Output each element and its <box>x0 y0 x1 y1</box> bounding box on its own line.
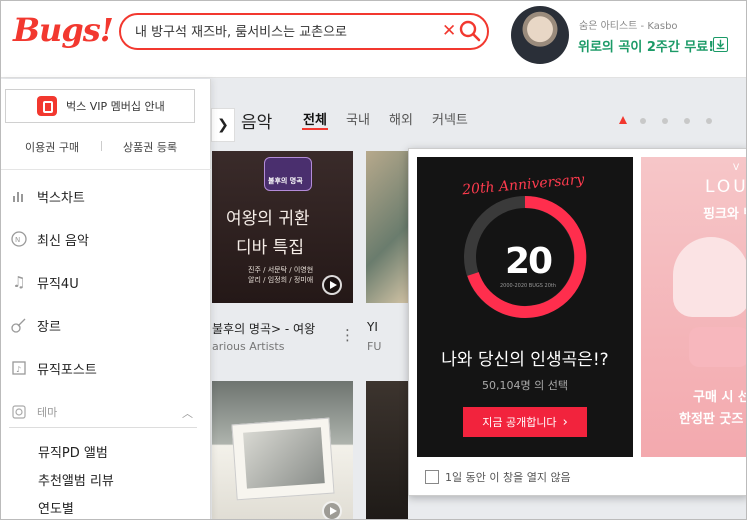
divider <box>9 427 197 428</box>
tab-domestic[interactable]: 국내 <box>346 109 370 128</box>
nav-menu: 벅스 VIP 멤버십 안내 이용권 구매 상품권 등록 벅스차트 N 최신 음악… <box>1 79 211 519</box>
anniversary-number: 20 <box>504 241 553 282</box>
chart-icon <box>9 186 29 206</box>
tab-overseas[interactable]: 해외 <box>389 109 413 128</box>
artist-caption: 숨은 아티스트 - Kasbo <box>579 21 678 32</box>
chevron-right-icon: › <box>562 414 568 430</box>
buy-pass-link[interactable]: 이용권 구매 <box>25 139 79 155</box>
cover-title-line: 디바 특집 <box>236 238 304 258</box>
download-icon[interactable] <box>713 37 728 52</box>
album-artist[interactable]: arious Artists <box>212 340 284 353</box>
artist-avatar[interactable] <box>511 6 569 64</box>
play-icon[interactable] <box>322 501 342 519</box>
theme-item-pd-album[interactable]: 뮤직PD 앨범 <box>38 442 108 461</box>
cover-names: 진주 / 서문탁 / 이영현 <box>248 266 314 274</box>
album-card-cover[interactable] <box>366 381 408 519</box>
vip-membership-button[interactable]: 벅스 VIP 멤버십 안내 <box>5 89 195 123</box>
promo-popup: 20th Anniversary 20 2000-2020 BUGS 20th … <box>408 148 747 496</box>
album-card-cover[interactable] <box>212 381 353 519</box>
theme-section-header[interactable]: 테마 ︿ <box>9 401 199 423</box>
browser-frame: Bugs! ✕ 숨은 아티스트 - Kasbo 위로의 곡이 2주간 무료! ❯… <box>0 0 747 520</box>
gift-card-link[interactable]: 상품권 등록 <box>123 139 177 155</box>
goods-banner[interactable]: V LOU 핑크와 벤 구매 시 선 한정판 굿즈 <box>641 157 747 457</box>
dont-show-checkbox[interactable] <box>425 470 439 484</box>
reveal-button[interactable]: 지금 공개합니다 › <box>463 407 587 437</box>
section-title: 음악 <box>241 113 273 133</box>
theme-icon <box>9 402 29 422</box>
clear-icon[interactable]: ✕ <box>442 21 456 41</box>
menu-item-genre[interactable]: 장르 <box>9 313 61 337</box>
divider <box>101 141 102 151</box>
bugs-logo[interactable]: Bugs! <box>13 11 114 49</box>
menu-label: 뮤직포스트 <box>37 362 97 378</box>
dont-show-label: 1일 동안 이 창을 열지 않음 <box>445 471 571 484</box>
banner-text: 구매 시 선 <box>693 390 747 405</box>
program-badge: 불후의 명곡 <box>264 157 312 191</box>
album-title[interactable]: YI <box>367 320 378 334</box>
menu-item-new-music[interactable]: N 최신 음악 <box>9 227 89 251</box>
vip-icon <box>37 96 57 116</box>
menu-item-music4u[interactable]: ♫ 뮤직4U <box>9 270 79 294</box>
artist-promo-link[interactable]: 위로의 곡이 2주간 무료! <box>578 36 714 55</box>
brand-text: V <box>733 163 742 173</box>
theme-label: 테마 <box>37 406 58 419</box>
search-icon[interactable] <box>458 19 482 43</box>
menu-label: 뮤직4U <box>37 276 79 292</box>
anniversary-years: 2000-2020 BUGS 20th <box>499 283 557 289</box>
menu-label: 장르 <box>37 319 61 335</box>
banner-text: 한정판 굿즈 <box>679 412 744 427</box>
active-tab-underline <box>302 128 328 130</box>
guitar-icon <box>9 315 29 335</box>
vip-label: 벅스 VIP 멤버십 안내 <box>66 100 165 113</box>
pager-dot[interactable] <box>640 118 646 124</box>
search-box[interactable]: ✕ <box>119 13 489 50</box>
cover-title-line: 여왕의 귀환 <box>226 209 310 229</box>
cover-photo <box>231 417 335 501</box>
tab-all[interactable]: 전체 <box>303 109 327 128</box>
theme-item-review[interactable]: 추천앨범 리뷰 <box>38 470 114 489</box>
chevron-up-icon[interactable]: ︿ <box>182 405 193 421</box>
menu-label: 벅스차트 <box>37 190 85 206</box>
album-card-cover[interactable] <box>366 151 408 303</box>
menu-item-music-post[interactable]: ♪ 뮤직포스트 <box>9 356 97 380</box>
more-options-icon[interactable]: ⋮ <box>340 326 355 344</box>
album-card-cover[interactable]: 불후의 명곡 여왕의 귀환 디바 특집 진주 / 서문탁 / 이영현 알리 / … <box>212 151 353 303</box>
theme-item-by-year[interactable]: 연도별 <box>38 498 74 517</box>
search-input[interactable] <box>135 23 435 38</box>
brand-logo: LOU <box>705 177 747 197</box>
pager-dot[interactable] <box>706 118 712 124</box>
menu-toggle-button[interactable]: ❯ <box>211 108 235 142</box>
album-artist[interactable]: FU <box>367 340 381 353</box>
banner-text: 핑크와 벤 <box>703 207 746 222</box>
tab-connect[interactable]: 커넥트 <box>432 109 468 128</box>
cover-names: 알리 / 임정희 / 정미애 <box>248 276 314 284</box>
header: Bugs! ✕ 숨은 아티스트 - Kasbo 위로의 곡이 2주간 무료! <box>1 1 746 78</box>
goods-image <box>689 327 746 367</box>
play-icon[interactable] <box>322 275 342 295</box>
svg-text:N: N <box>15 236 20 244</box>
pager-dot[interactable] <box>662 118 668 124</box>
vote-count: 50,104명 의 선택 <box>482 379 568 392</box>
anniversary-banner[interactable]: 20th Anniversary 20 2000-2020 BUGS 20th … <box>417 157 633 457</box>
music-post-icon: ♪ <box>9 358 29 378</box>
dont-show-option[interactable]: 1일 동안 이 창을 열지 않음 <box>425 469 571 485</box>
album-title[interactable]: 불후의 명곡> - 여왕 <box>212 320 342 337</box>
new-music-icon: N <box>9 229 29 249</box>
pager-dot[interactable] <box>684 118 690 124</box>
pager-active[interactable] <box>619 116 627 124</box>
music-note-icon: ♫ <box>12 273 26 291</box>
menu-label: 최신 음악 <box>37 233 89 249</box>
divider <box>1 169 211 170</box>
plush-toy-image <box>673 237 746 317</box>
svg-text:♪: ♪ <box>16 365 21 374</box>
banner-headline: 나와 당신의 인생곡은!? <box>441 350 609 370</box>
chevron-right-icon: ❯ <box>217 117 229 133</box>
menu-item-chart[interactable]: 벅스차트 <box>9 184 85 208</box>
reveal-label: 지금 공개합니다 <box>482 416 557 429</box>
